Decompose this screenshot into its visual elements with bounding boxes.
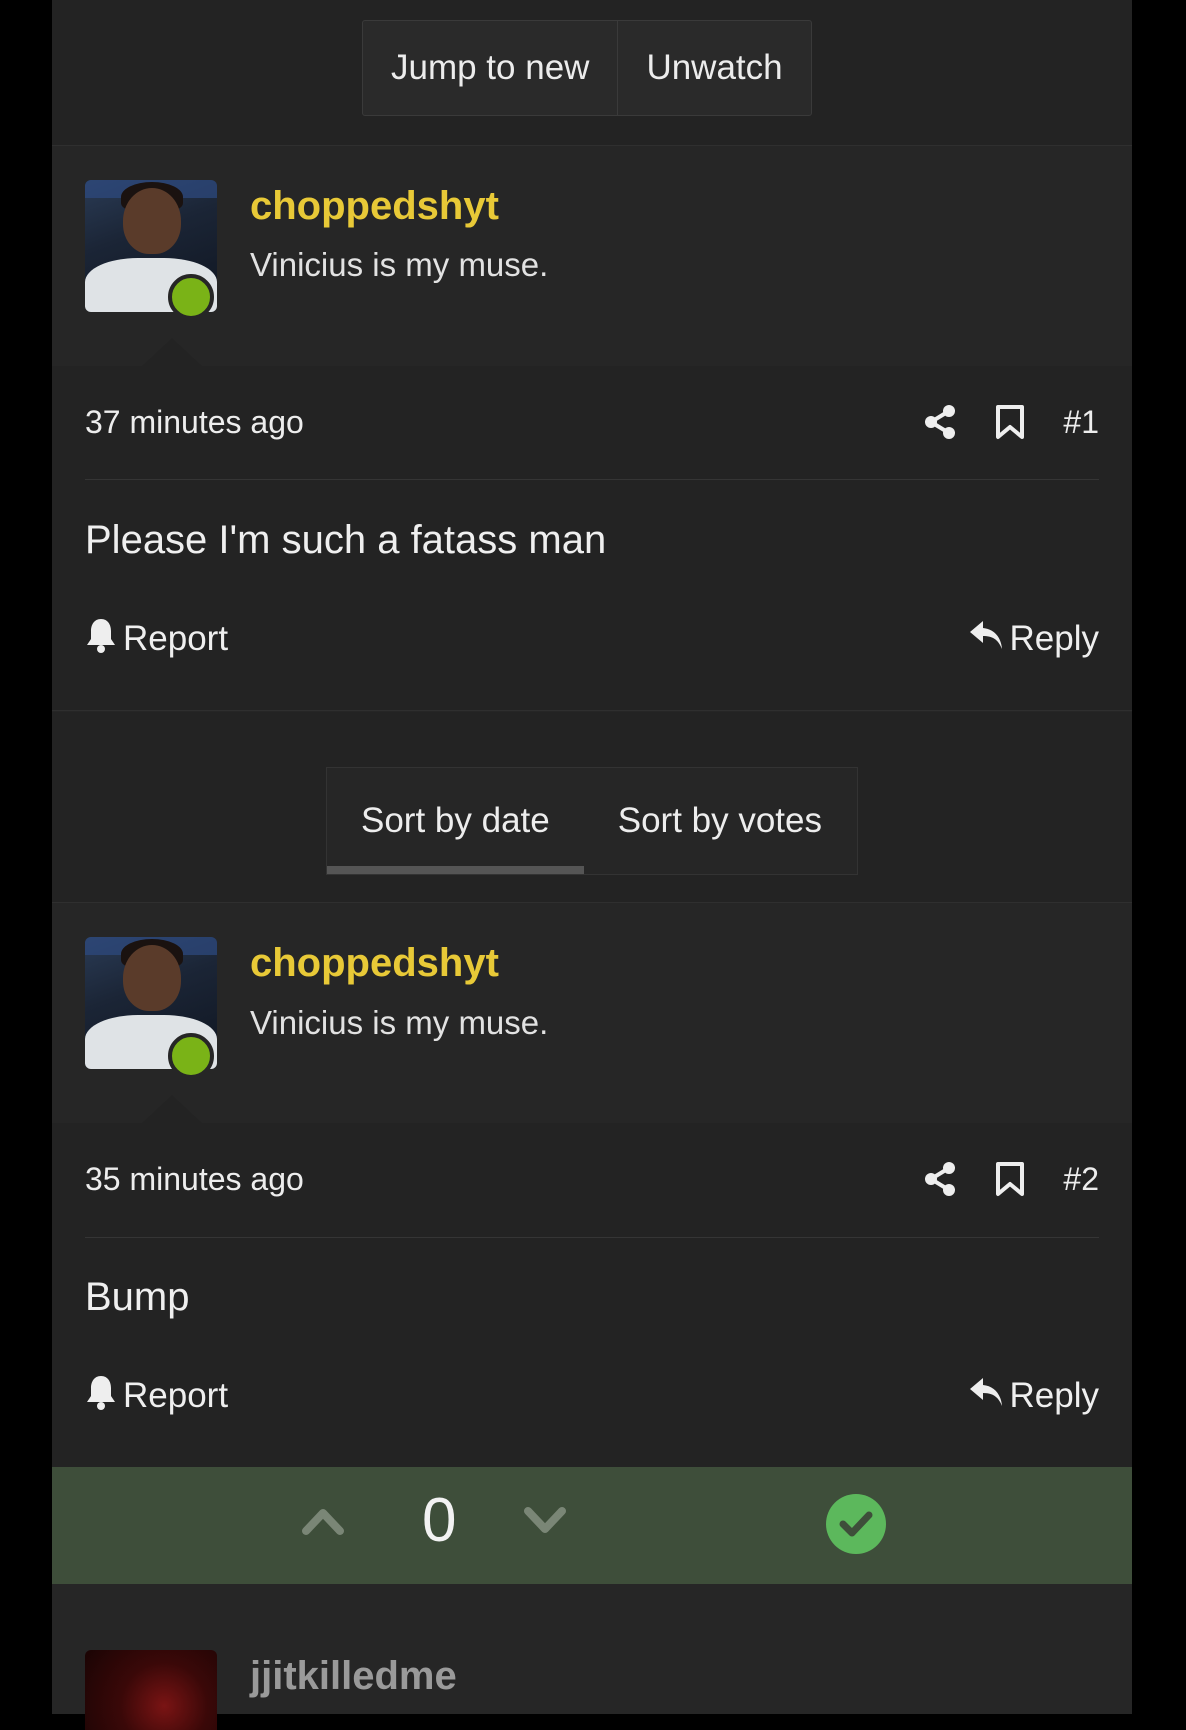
tab-sort-by-date[interactable]: Sort by date bbox=[327, 768, 584, 874]
post-2-user-header: choppedshyt Vinicius is my muse. bbox=[52, 903, 1132, 1123]
bell-icon bbox=[85, 1374, 117, 1419]
sort-tabs: Sort by date Sort by votes bbox=[326, 767, 858, 875]
share-icon[interactable] bbox=[923, 1161, 957, 1197]
post-meta: 37 minutes ago #1 bbox=[85, 392, 1099, 452]
vote-bar: 0 bbox=[52, 1467, 1132, 1584]
report-button[interactable]: Report bbox=[85, 1374, 228, 1419]
post-2-body: 35 minutes ago #2 Bump Report Reply bbox=[52, 1123, 1132, 1467]
jump-to-new-button[interactable]: Jump to new bbox=[363, 21, 617, 115]
post-timestamp[interactable]: 35 minutes ago bbox=[85, 1161, 304, 1198]
downvote-chevron-icon[interactable] bbox=[524, 1505, 566, 1540]
vote-count: 0 bbox=[422, 1486, 457, 1555]
post-timestamp[interactable]: 37 minutes ago bbox=[85, 404, 304, 441]
tab-sort-by-votes[interactable]: Sort by votes bbox=[584, 768, 856, 874]
post-pointer bbox=[142, 1095, 202, 1123]
post-number-link[interactable]: #1 bbox=[1063, 404, 1099, 441]
post-1-body: 37 minutes ago #1 Please I'm such a fata… bbox=[52, 366, 1132, 711]
divider bbox=[85, 1237, 1099, 1238]
online-status-icon bbox=[168, 274, 214, 320]
thread-actions-bar: Jump to new Unwatch bbox=[52, 0, 1132, 145]
mark-solution-check-icon[interactable] bbox=[826, 1494, 886, 1554]
unwatch-button[interactable]: Unwatch bbox=[617, 21, 810, 115]
post-message: Please I'm such a fatass man bbox=[85, 518, 607, 562]
post-actions: Report Reply bbox=[85, 609, 1099, 669]
user-title: Vinicius is my muse. bbox=[250, 246, 549, 283]
thread-page: Jump to new Unwatch choppedshyt Vinicius… bbox=[52, 0, 1132, 1730]
report-label: Report bbox=[123, 1376, 229, 1415]
bell-icon bbox=[85, 617, 117, 662]
bookmark-icon[interactable] bbox=[995, 404, 1025, 440]
post-3-user-header: jjitkilledme bbox=[52, 1612, 1132, 1730]
divider bbox=[85, 479, 1099, 480]
report-button[interactable]: Report bbox=[85, 617, 228, 662]
reply-label: Reply bbox=[1009, 619, 1099, 658]
post-message: Bump bbox=[85, 1275, 190, 1319]
post-1-user-header: choppedshyt Vinicius is my muse. bbox=[52, 146, 1132, 366]
user-avatar[interactable] bbox=[85, 1650, 217, 1730]
post-number-link[interactable]: #2 bbox=[1063, 1161, 1099, 1198]
username-link[interactable]: choppedshyt bbox=[250, 941, 499, 986]
reply-button[interactable]: Reply bbox=[968, 618, 1099, 661]
post-pointer bbox=[142, 338, 202, 366]
username-link[interactable]: choppedshyt bbox=[250, 184, 499, 229]
thread-action-group: Jump to new Unwatch bbox=[362, 20, 812, 116]
reply-icon bbox=[968, 618, 1004, 661]
reply-label: Reply bbox=[1009, 1376, 1099, 1415]
divider bbox=[52, 710, 1132, 711]
user-title: Vinicius is my muse. bbox=[250, 1004, 549, 1041]
username-link[interactable]: jjitkilledme bbox=[250, 1654, 457, 1699]
report-label: Report bbox=[123, 619, 229, 658]
upvote-chevron-icon[interactable] bbox=[302, 1505, 344, 1540]
share-icon[interactable] bbox=[923, 404, 957, 440]
bookmark-icon[interactable] bbox=[995, 1161, 1025, 1197]
online-status-icon bbox=[168, 1033, 214, 1079]
post-meta: 35 minutes ago #2 bbox=[85, 1149, 1099, 1209]
reply-button[interactable]: Reply bbox=[968, 1375, 1099, 1418]
reply-icon bbox=[968, 1375, 1004, 1418]
post-actions: Report Reply bbox=[85, 1366, 1099, 1426]
sort-area: Sort by date Sort by votes bbox=[52, 712, 1132, 902]
